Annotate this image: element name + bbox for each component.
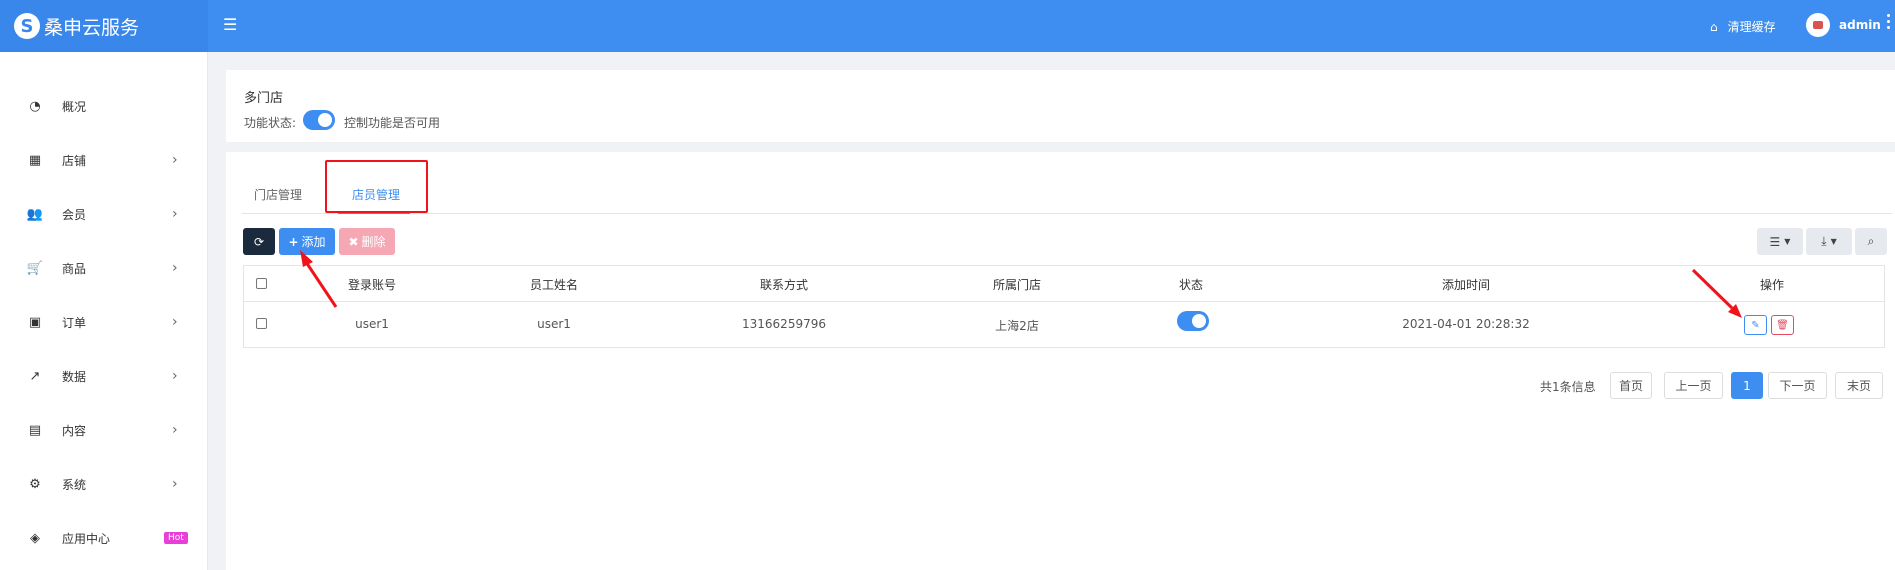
arrow-to-add-button [300,250,338,308]
annotation-arrows [300,250,1742,318]
arrow-to-edit-button [1691,268,1742,318]
